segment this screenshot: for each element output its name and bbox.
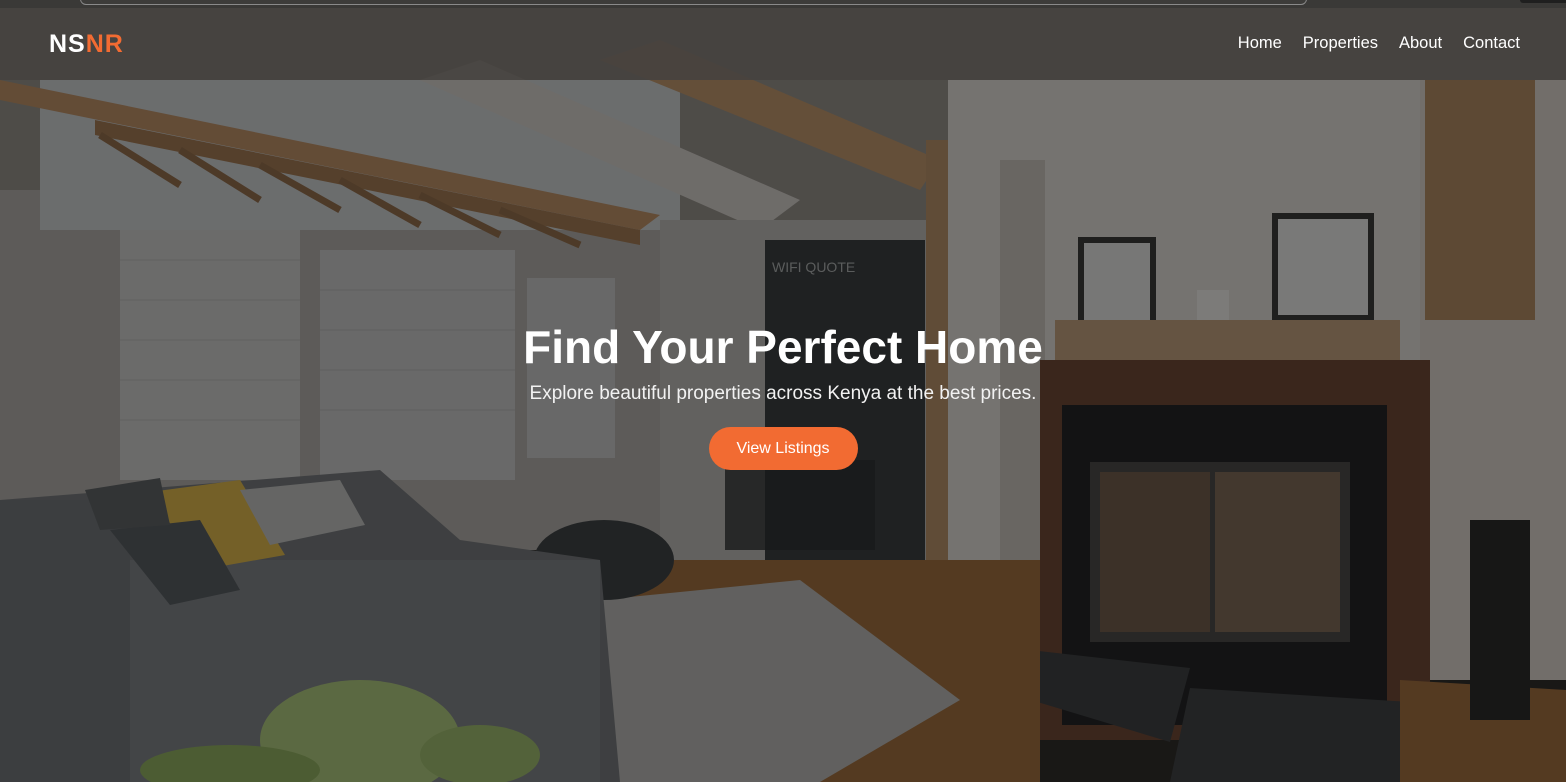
landing-page: WIFI QUOTE NSNR Home Properties About Co… [0,0,1566,782]
hero-title: Find Your Perfect Home [523,321,1043,373]
nav-link-about[interactable]: About [1399,33,1442,53]
nav-link-contact[interactable]: Contact [1463,33,1520,53]
address-bar[interactable] [80,0,1307,5]
view-listings-button[interactable]: View Listings [708,427,858,470]
site-logo[interactable]: NSNR [49,30,124,58]
nav-link-properties[interactable]: Properties [1303,33,1378,53]
nav-link-home[interactable]: Home [1238,33,1282,53]
hero-section: Find Your Perfect Home Explore beautiful… [0,318,1566,470]
window-control [1520,0,1566,3]
browser-chrome-strip [0,0,1566,8]
logo-text-ns: NS [49,30,86,58]
main-nav: Home Properties About Contact [1238,33,1520,53]
logo-text-nr: NR [85,30,124,58]
site-header: NSNR Home Properties About Contact [0,8,1566,80]
hero-subtitle: Explore beautiful properties across Keny… [529,383,1037,404]
